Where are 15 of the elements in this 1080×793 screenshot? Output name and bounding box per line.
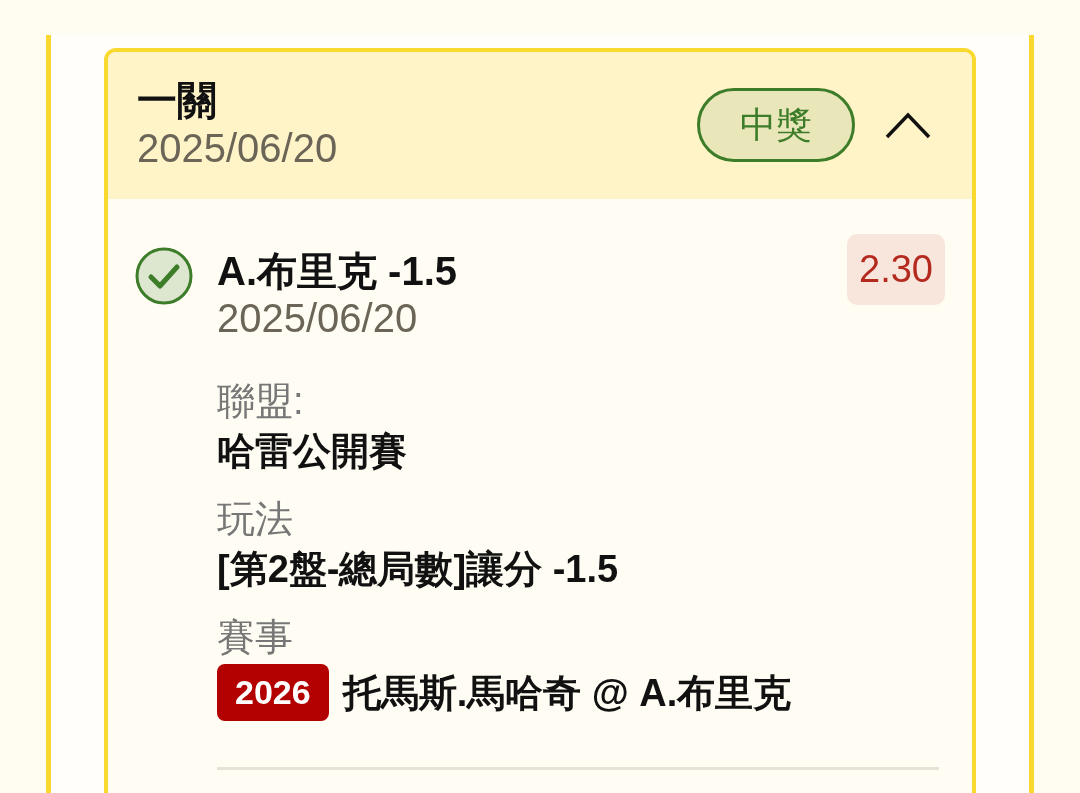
odds-badge: 2.30 [847,234,945,305]
detail-label: 玩法 [217,497,293,542]
detail-label: 聯盟: [217,379,304,424]
event-tag: 2026 [217,664,329,721]
bet-date: 2025/06/20 [137,125,339,172]
event-teams: 托馬斯.馬哈奇 @ A.布里克 [342,670,792,716]
selection-title: A.布里克 -1.5 [217,248,459,294]
bet-header[interactable]: 一關 2025/06/20 中獎 [108,52,972,199]
detail-value: [第2盤-總局數]讓分 -1.5 [217,547,619,592]
selection-date: 2025/06/20 [217,295,419,342]
bet-title: 一關 [137,77,218,123]
chevron-up-icon[interactable] [885,111,931,139]
detail-value: 哈雷公開賽 [217,429,407,474]
status-badge: 中獎 [697,88,855,162]
detail-label: 賽事 [217,615,293,660]
